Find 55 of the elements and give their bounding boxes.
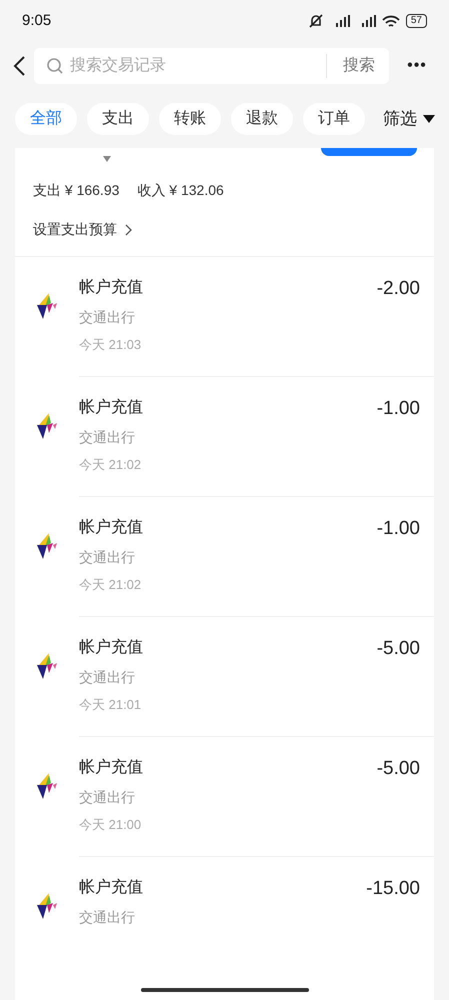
transaction-amount: -5.00 bbox=[376, 757, 420, 781]
dropdown-icon bbox=[423, 115, 435, 123]
more-button[interactable]: ••• bbox=[397, 54, 437, 78]
transaction-row[interactable]: 帐户充值 交通出行 今天 21:02 -1.00 bbox=[15, 377, 434, 497]
transaction-time: 今天 21:00 bbox=[79, 816, 142, 834]
logo-icon bbox=[35, 653, 57, 679]
transaction-category: 交通出行 bbox=[79, 428, 136, 447]
transaction-amount: -2.00 bbox=[376, 277, 420, 301]
transaction-amount: -5.00 bbox=[376, 637, 420, 661]
mute-icon bbox=[308, 14, 324, 28]
logo-icon bbox=[35, 533, 57, 559]
filter-tab[interactable]: 全部 bbox=[15, 103, 77, 135]
back-icon[interactable] bbox=[12, 55, 26, 77]
income-total: 收入 ¥ 132.06 bbox=[137, 181, 224, 200]
transaction-amount: -1.00 bbox=[376, 397, 420, 421]
filter-tab[interactable]: 退款 bbox=[231, 103, 293, 135]
transaction-row[interactable]: 帐户充值 交通出行 今天 21:00 -5.00 bbox=[15, 737, 434, 857]
search-button[interactable]: 搜索 bbox=[333, 54, 375, 78]
logo-icon bbox=[35, 773, 57, 799]
filter-tab[interactable]: 转账 bbox=[159, 103, 221, 135]
transaction-category: 交通出行 bbox=[79, 548, 136, 567]
transaction-row[interactable]: 帐户充值 交通出行 今天 21:01 -5.00 bbox=[15, 617, 434, 737]
caret-icon bbox=[103, 156, 111, 162]
filter-tab[interactable]: 支出 bbox=[87, 103, 149, 135]
wifi-icon bbox=[382, 14, 400, 28]
logo-icon bbox=[35, 893, 57, 919]
transaction-time: 今天 21:03 bbox=[79, 336, 142, 354]
filter-tab[interactable]: 订单 bbox=[303, 103, 365, 135]
logo-icon bbox=[35, 293, 57, 319]
transaction-category: 交通出行 bbox=[79, 668, 136, 687]
transaction-title: 帐户充值 bbox=[79, 398, 144, 418]
logo-icon bbox=[35, 413, 57, 439]
transaction-row[interactable]: 帐户充值 交通出行 今天 21:03 -2.00 bbox=[15, 257, 434, 377]
transaction-title: 帐户充值 bbox=[79, 878, 144, 898]
transaction-row[interactable]: 帐户充值 交通出行 -15.00 bbox=[15, 857, 434, 977]
search-field[interactable]: 搜索交易记录 搜索 bbox=[34, 48, 389, 84]
transaction-category: 交通出行 bbox=[79, 788, 136, 807]
transaction-time: 今天 21:01 bbox=[79, 696, 142, 714]
transaction-category: 交通出行 bbox=[79, 308, 136, 327]
transaction-time: 今天 21:02 bbox=[79, 576, 142, 594]
budget-link[interactable]: 设置支出预算 bbox=[15, 219, 151, 240]
search-icon bbox=[46, 57, 64, 75]
chevron-icon bbox=[125, 224, 133, 236]
battery-indicator: 57 bbox=[406, 14, 427, 28]
transaction-title: 帐户充值 bbox=[79, 758, 144, 778]
status-time: 9:05 bbox=[22, 10, 52, 31]
transaction-title: 帐户充值 bbox=[79, 638, 144, 658]
transaction-title: 帐户充值 bbox=[79, 518, 144, 538]
expense-total: 支出 ¥ 166.93 bbox=[33, 181, 120, 200]
transaction-row[interactable]: 帐户充值 交通出行 今天 21:02 -1.00 bbox=[15, 497, 434, 617]
transaction-time: 今天 21:02 bbox=[79, 456, 142, 474]
transaction-category: 交通出行 bbox=[79, 908, 136, 927]
transaction-amount: -15.00 bbox=[366, 877, 420, 901]
transaction-amount: -1.00 bbox=[376, 517, 420, 541]
transaction-title: 帐户充值 bbox=[79, 278, 144, 298]
